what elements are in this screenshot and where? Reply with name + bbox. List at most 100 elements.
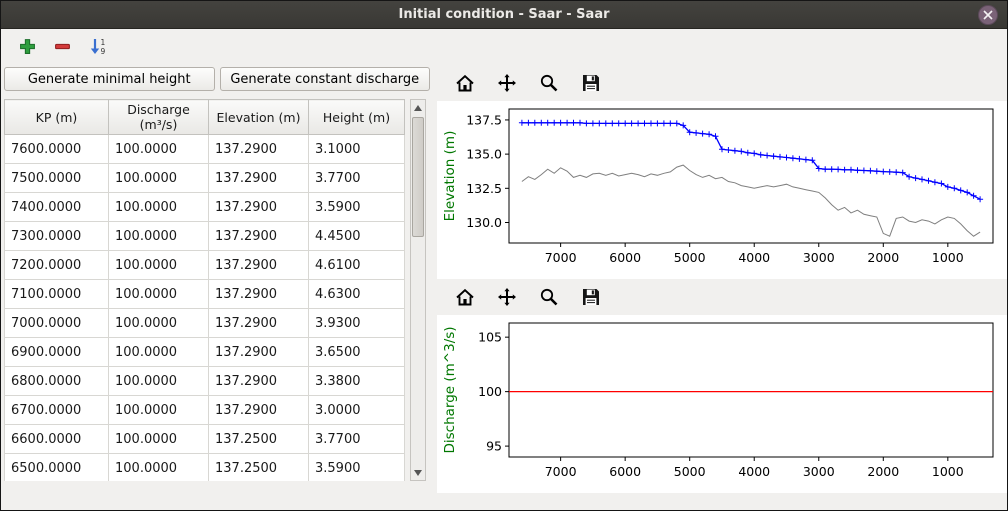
table-cell[interactable]: 4.6300	[309, 280, 405, 309]
generate-constant-discharge-button[interactable]: Generate constant discharge	[220, 67, 431, 91]
table-cell[interactable]: 137.2900	[209, 338, 309, 367]
table-cell[interactable]: 3.5900	[309, 454, 405, 482]
table-cell[interactable]: 7600.0000	[5, 135, 109, 164]
table-cell[interactable]: 100.0000	[109, 164, 209, 193]
scroll-up-button[interactable]	[411, 100, 425, 115]
elevation-plot-toolbar	[437, 65, 1007, 101]
pan-icon	[496, 286, 518, 308]
table-cell[interactable]: 7100.0000	[5, 280, 109, 309]
table-row[interactable]: 7200.0000100.0000137.29004.6100	[5, 251, 405, 280]
table-cell[interactable]: 137.2500	[209, 454, 309, 482]
table-row[interactable]: 6500.0000100.0000137.25003.5900	[5, 454, 405, 482]
vertical-scrollbar[interactable]	[410, 99, 426, 481]
table-row[interactable]: 7300.0000100.0000137.29004.4500	[5, 222, 405, 251]
table-cell[interactable]: 137.2900	[209, 309, 309, 338]
table-cell[interactable]: 3.6500	[309, 338, 405, 367]
window-titlebar[interactable]: Initial condition - Saar - Saar	[1, 1, 1007, 29]
table-cell[interactable]: 100.0000	[109, 454, 209, 482]
table-cell[interactable]: 6600.0000	[5, 425, 109, 454]
table-cell[interactable]: 100.0000	[109, 280, 209, 309]
table-cell[interactable]: 137.2900	[209, 222, 309, 251]
table-cell[interactable]: 7300.0000	[5, 222, 109, 251]
table-cell[interactable]: 137.2900	[209, 396, 309, 425]
table-cell[interactable]: 137.2900	[209, 164, 309, 193]
table-cell[interactable]: 3.3800	[309, 367, 405, 396]
table-cell[interactable]: 6900.0000	[5, 338, 109, 367]
y-tick-label: 130.0	[466, 215, 502, 230]
close-icon	[983, 10, 993, 20]
plots-panel: 7000600050004000300020001000130.0132.513…	[437, 63, 1007, 510]
table-row[interactable]: 6700.0000100.0000137.29003.0000	[5, 396, 405, 425]
table-cell[interactable]: 100.0000	[109, 396, 209, 425]
table-row[interactable]: 7600.0000100.0000137.29003.1000	[5, 135, 405, 164]
table-cell[interactable]: 100.0000	[109, 338, 209, 367]
table-cell[interactable]: 3.7700	[309, 425, 405, 454]
table-cell[interactable]: 137.2900	[209, 280, 309, 309]
scrollbar-track[interactable]	[411, 115, 425, 465]
y-axis-label: Discharge (m^3/s)	[442, 326, 458, 453]
table-cell[interactable]: 3.9300	[309, 309, 405, 338]
table-row[interactable]: 7000.0000100.0000137.29003.9300	[5, 309, 405, 338]
table-cell[interactable]: 100.0000	[109, 309, 209, 338]
save-button[interactable]	[579, 71, 603, 95]
table-cell[interactable]: 3.0000	[309, 396, 405, 425]
remove-icon	[54, 38, 71, 55]
table-cell[interactable]: 6800.0000	[5, 367, 109, 396]
table-cell[interactable]: 7400.0000	[5, 193, 109, 222]
table-row[interactable]: 7500.0000100.0000137.29003.7700	[5, 164, 405, 193]
zoom-button[interactable]	[537, 71, 561, 95]
initial-condition-table: KP (m) Discharge (m³/s) Elevation (m) He…	[4, 99, 405, 481]
table-cell[interactable]: 100.0000	[109, 222, 209, 251]
sort-rows-button[interactable]: 1 9	[87, 35, 110, 58]
table-row[interactable]: 7100.0000100.0000137.29004.6300	[5, 280, 405, 309]
table-row[interactable]: 6800.0000100.0000137.29003.3800	[5, 367, 405, 396]
table-cell[interactable]: 3.5900	[309, 193, 405, 222]
table-cell[interactable]: 100.0000	[109, 425, 209, 454]
pan-button[interactable]	[495, 285, 519, 309]
elevation-figure[interactable]: 7000600050004000300020001000130.0132.513…	[437, 101, 1007, 279]
discharge-figure[interactable]: 700060005000400030002000100095100105Disc…	[437, 315, 1007, 493]
remove-row-button[interactable]	[52, 36, 73, 57]
table-cell[interactable]: 137.2900	[209, 193, 309, 222]
table-cell[interactable]: 6500.0000	[5, 454, 109, 482]
close-button[interactable]	[978, 5, 998, 25]
table-row[interactable]: 6600.0000100.0000137.25003.7700	[5, 425, 405, 454]
svg-text:9: 9	[101, 47, 106, 56]
table-viewport: KP (m) Discharge (m³/s) Elevation (m) He…	[4, 99, 405, 481]
pan-button[interactable]	[495, 71, 519, 95]
table-cell[interactable]: 3.1000	[309, 135, 405, 164]
scrollbar-thumb[interactable]	[412, 117, 424, 237]
table-cell[interactable]: 100.0000	[109, 193, 209, 222]
column-header-discharge[interactable]: Discharge (m³/s)	[109, 100, 209, 135]
zoom-button[interactable]	[537, 285, 561, 309]
table-cell[interactable]: 6700.0000	[5, 396, 109, 425]
home-button[interactable]	[453, 285, 477, 309]
home-button[interactable]	[453, 71, 477, 95]
generate-minimal-height-button[interactable]: Generate minimal height	[4, 67, 215, 91]
table-cell[interactable]: 3.7700	[309, 164, 405, 193]
table-cell[interactable]: 137.2900	[209, 251, 309, 280]
table-cell[interactable]: 100.0000	[109, 251, 209, 280]
table-cell[interactable]: 137.2900	[209, 135, 309, 164]
table-cell[interactable]: 137.2500	[209, 425, 309, 454]
table-cell[interactable]: 7000.0000	[5, 309, 109, 338]
scroll-down-button[interactable]	[411, 465, 425, 480]
sort-1-9-icon: 1 9	[89, 37, 108, 56]
column-header-height[interactable]: Height (m)	[309, 100, 405, 135]
y-tick-label: 135.0	[466, 147, 502, 162]
table-cell[interactable]: 100.0000	[109, 367, 209, 396]
table-row[interactable]: 7400.0000100.0000137.29003.5900	[5, 193, 405, 222]
column-header-elevation[interactable]: Elevation (m)	[209, 100, 309, 135]
axes-box	[509, 323, 993, 457]
column-header-kp[interactable]: KP (m)	[5, 100, 109, 135]
table-cell[interactable]: 7200.0000	[5, 251, 109, 280]
svg-text:1: 1	[101, 38, 106, 47]
save-button[interactable]	[579, 285, 603, 309]
table-cell[interactable]: 4.4500	[309, 222, 405, 251]
table-cell[interactable]: 100.0000	[109, 135, 209, 164]
add-row-button[interactable]	[17, 36, 38, 57]
table-cell[interactable]: 4.6100	[309, 251, 405, 280]
table-cell[interactable]: 137.2900	[209, 367, 309, 396]
table-cell[interactable]: 7500.0000	[5, 164, 109, 193]
table-row[interactable]: 6900.0000100.0000137.29003.6500	[5, 338, 405, 367]
